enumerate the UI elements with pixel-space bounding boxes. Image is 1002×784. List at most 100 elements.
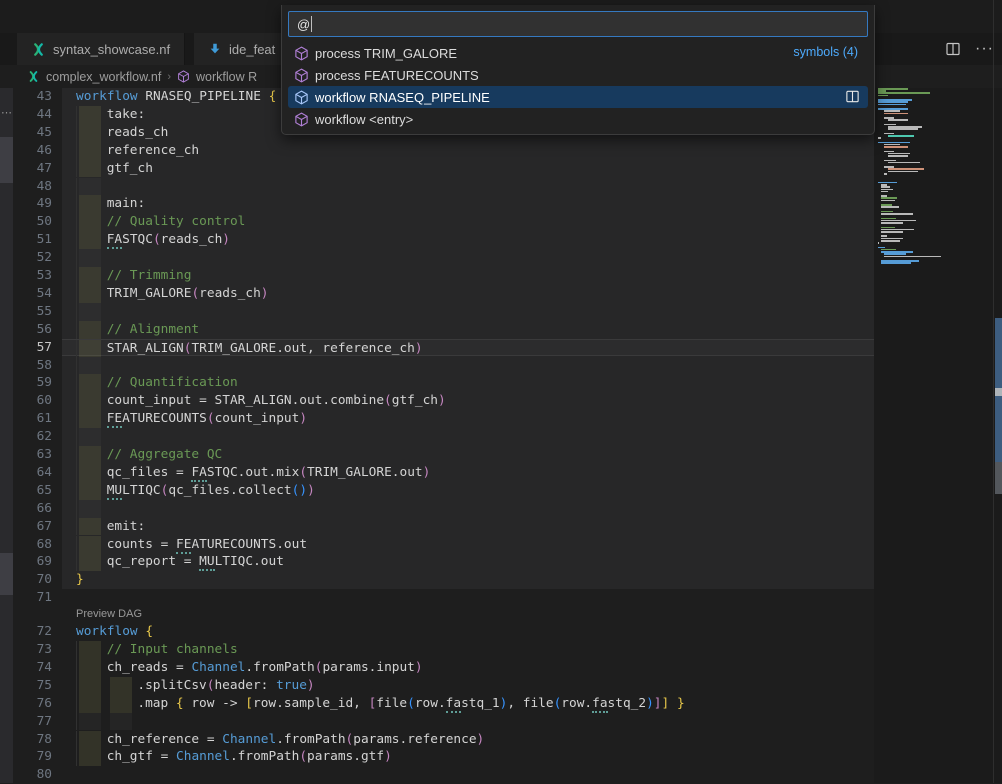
line-number[interactable]: 75: [13, 677, 52, 695]
line-number[interactable]: 60: [13, 392, 52, 410]
line-number[interactable]: 56: [13, 321, 52, 339]
code-line[interactable]: [62, 589, 874, 607]
code-line[interactable]: [62, 303, 874, 321]
overflow-dots-icon: ⋯: [1, 106, 12, 119]
line-number[interactable]: 57: [13, 339, 52, 357]
code-line[interactable]: // Alignment: [62, 321, 874, 339]
code-line[interactable]: gtf_ch: [62, 160, 874, 178]
indent-guide: [76, 518, 77, 536]
code-line[interactable]: [62, 178, 874, 196]
code-line[interactable]: [62, 357, 874, 375]
code-line[interactable]: FASTQC(reads_ch): [62, 231, 874, 249]
line-number[interactable]: 55: [13, 303, 52, 321]
line-number[interactable]: 43: [13, 88, 52, 106]
code-line[interactable]: // Input channels: [62, 641, 874, 659]
line-number[interactable]: 66: [13, 500, 52, 518]
code-line[interactable]: .splitCsv(header: true): [62, 677, 874, 695]
code-line[interactable]: TRIM_GALORE(reads_ch): [62, 285, 874, 303]
indent-highlight: [79, 748, 101, 766]
line-number[interactable]: 45: [13, 124, 52, 142]
line-number[interactable]: 53: [13, 267, 52, 285]
code-line[interactable]: [62, 500, 874, 518]
code-line[interactable]: qc_files = FASTQC.out.mix(TRIM_GALORE.ou…: [62, 464, 874, 482]
line-number[interactable]: 70: [13, 571, 52, 589]
line-number[interactable]: 79: [13, 748, 52, 766]
breadcrumb-symbol[interactable]: workflow R: [196, 70, 257, 84]
code-line[interactable]: [62, 766, 874, 783]
line-number[interactable]: 54: [13, 285, 52, 303]
line-number[interactable]: 76: [13, 695, 52, 713]
code-line[interactable]: // Quality control: [62, 213, 874, 231]
code-area[interactable]: Preview DAG workflow RNASEQ_PIPELINE {ta…: [62, 88, 874, 783]
code-line[interactable]: emit:: [62, 518, 874, 536]
line-number[interactable]: 50: [13, 213, 52, 231]
line-number[interactable]: 49: [13, 195, 52, 213]
line-number[interactable]: 59: [13, 374, 52, 392]
code-line[interactable]: // Quantification: [62, 374, 874, 392]
indent-guide: [76, 428, 77, 446]
code-line[interactable]: [62, 428, 874, 446]
quick-open-input[interactable]: @: [288, 11, 868, 37]
line-number[interactable]: 67: [13, 518, 52, 536]
line-number[interactable]: 72: [13, 623, 52, 641]
line-number[interactable]: 80: [13, 766, 52, 784]
line-number[interactable]: 58: [13, 357, 52, 375]
line-number[interactable]: 47: [13, 160, 52, 178]
item-label: workflow <entry>: [315, 112, 413, 127]
code-line[interactable]: qc_report = MULTIQC.out: [62, 553, 874, 571]
tab-syntax-showcase[interactable]: syntax_showcase.nf: [17, 33, 185, 65]
line-number[interactable]: 69: [13, 553, 52, 571]
line-number[interactable]: 64: [13, 464, 52, 482]
line-number[interactable]: 77: [13, 713, 52, 731]
open-to-side-icon[interactable]: [845, 89, 860, 104]
quick-open-item[interactable]: process TRIM_GALORE: [288, 42, 868, 64]
code-line[interactable]: [62, 249, 874, 267]
code-text: ch_gtf = Channel.fromPath(params.gtf): [107, 748, 392, 766]
code-line[interactable]: // Trimming: [62, 267, 874, 285]
line-number[interactable]: 61: [13, 410, 52, 428]
indent-highlight: [79, 464, 101, 482]
line-number[interactable]: 63: [13, 446, 52, 464]
indent-guide: [76, 677, 77, 695]
code-line[interactable]: reference_ch: [62, 142, 874, 160]
line-number[interactable]: 71: [13, 589, 52, 607]
line-number[interactable]: 44: [13, 106, 52, 124]
line-number[interactable]: 46: [13, 142, 52, 160]
code-line[interactable]: // Aggregate QC: [62, 446, 874, 464]
line-number[interactable]: 48: [13, 178, 52, 196]
code-line[interactable]: FEATURECOUNTS(count_input): [62, 410, 874, 428]
line-number[interactable]: 65: [13, 482, 52, 500]
quick-open-item[interactable]: workflow <entry>: [288, 108, 868, 130]
code-line[interactable]: counts = FEATURECOUNTS.out: [62, 536, 874, 554]
code-line[interactable]: MULTIQC(qc_files.collect()): [62, 482, 874, 500]
line-number[interactable]: 62: [13, 428, 52, 446]
ellipsis-icon[interactable]: ···: [975, 40, 994, 58]
breadcrumb-file[interactable]: complex_workflow.nf: [46, 70, 161, 84]
line-number-gutter[interactable]: 4344454647484950515253545556575859606162…: [13, 88, 62, 783]
minimap[interactable]: [878, 88, 964, 783]
code-line[interactable]: ch_reference = Channel.fromPath(params.r…: [62, 731, 874, 749]
line-number[interactable]: 73: [13, 641, 52, 659]
code-line[interactable]: ch_gtf = Channel.fromPath(params.gtf): [62, 748, 874, 766]
code-line[interactable]: STAR_ALIGN(TRIM_GALORE.out, reference_ch…: [62, 339, 874, 357]
code-line[interactable]: [62, 713, 874, 731]
codelens-preview-dag[interactable]: Preview DAG: [76, 607, 142, 623]
scrollbar-overview-ruler[interactable]: [993, 0, 1002, 783]
code-line[interactable]: ch_reads = Channel.fromPath(params.input…: [62, 659, 874, 677]
code-line[interactable]: count_input = STAR_ALIGN.out.combine(gtf…: [62, 392, 874, 410]
quick-open-item[interactable]: process FEATURECOUNTS: [288, 64, 868, 86]
line-number[interactable]: 51: [13, 231, 52, 249]
code-line[interactable]: .map { row -> [row.sample_id, [file(row.…: [62, 695, 874, 713]
indent-guide: [76, 231, 77, 249]
code-line[interactable]: workflow {: [62, 623, 874, 641]
line-number[interactable]: 78: [13, 731, 52, 749]
line-number[interactable]: 74: [13, 659, 52, 677]
code-line[interactable]: main:: [62, 195, 874, 213]
line-number[interactable]: 52: [13, 249, 52, 267]
line-number[interactable]: 68: [13, 536, 52, 554]
indent-guide: [76, 659, 77, 677]
code-text: // Aggregate QC: [107, 446, 223, 464]
split-editor-icon[interactable]: [945, 41, 961, 57]
quick-open-item[interactable]: workflow RNASEQ_PIPELINE: [288, 86, 868, 108]
code-line[interactable]: }: [62, 571, 874, 589]
